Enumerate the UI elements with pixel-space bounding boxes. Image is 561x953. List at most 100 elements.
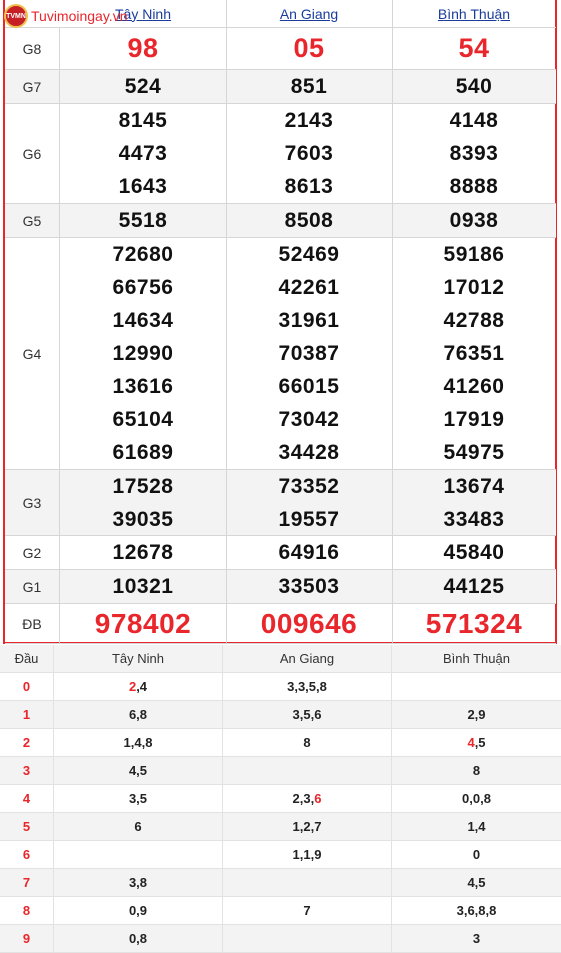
prize-label: G8	[5, 28, 60, 69]
tail-digits-cell: 1,2,7	[223, 813, 392, 840]
prize-number: 5518	[118, 209, 168, 232]
tail-digits: 3,8	[128, 875, 148, 890]
head-digit: 0	[0, 673, 54, 700]
tail-digits-cell: 4,5	[392, 869, 561, 896]
tail-digits: 7	[303, 903, 311, 918]
prize-label: G6	[5, 104, 60, 203]
tail-digits: 3,6,8,8	[456, 903, 497, 918]
prize-row: G4 72680 66756 14634 12990 13616 65104 61689 524…	[5, 238, 556, 470]
prize-number: 70387	[278, 342, 340, 365]
head-table-row: 8 0,9 7 3,6,8,8	[0, 897, 561, 925]
prize-row: G6 8145 4473 1643 2143 7603 8613 4148 8393 8888	[5, 104, 556, 204]
head-digit: 1	[0, 701, 54, 728]
tail-digits: 0,0,8	[462, 791, 491, 806]
head-digit: 3	[0, 757, 54, 784]
prize-row: G7 524 851 540	[5, 70, 556, 104]
province-cell[interactable]: An Giang	[226, 0, 393, 27]
head-digit: 7	[0, 869, 54, 896]
prize-number: 42788	[443, 309, 505, 332]
prize-label: G4	[5, 238, 60, 469]
prize-number: 45840	[443, 541, 505, 564]
prize-label: ĐB	[5, 604, 60, 643]
prize-cell: 4148 8393 8888	[392, 104, 556, 203]
head-digit: 4	[0, 785, 54, 812]
head-table-row: 1 6,8 3,5,6 2,9	[0, 701, 561, 729]
prize-row: G1 10321 33503 44125	[5, 570, 556, 604]
prize-number: 2143	[284, 109, 334, 132]
tail-digits-cell: 2,3, 6	[223, 785, 392, 812]
tail-digits: 4,5	[467, 875, 486, 890]
prize-number: 978402	[94, 608, 192, 639]
tail-digits: 1,2,7	[292, 819, 322, 834]
tail-digits-cell	[223, 925, 392, 952]
prize-number: 4148	[449, 109, 499, 132]
head-table-header: Đầu Tây Ninh An Giang Bình Thuận	[0, 645, 561, 673]
head-digit: 8	[0, 897, 54, 924]
brand-name: Tuvimoingay.vn	[31, 8, 128, 24]
prize-number: 73352	[278, 474, 340, 498]
prize-cell: 05	[226, 28, 393, 69]
prize-number: 524	[124, 75, 162, 98]
prize-number: 39035	[112, 507, 174, 531]
logo-icon: TVMN	[4, 4, 28, 28]
tail-digits: 1,4	[467, 819, 486, 834]
tail-digits: 8	[303, 735, 311, 750]
prize-number: 33483	[443, 507, 505, 531]
head-table-row: 6 1,1,9 0	[0, 841, 561, 869]
tail-digits-cell: 3,6,8,8	[392, 897, 561, 924]
prize-number: 0938	[449, 209, 499, 232]
prize-cell: 13674 33483	[392, 470, 556, 535]
prize-number: 009646	[260, 608, 358, 639]
province-cell[interactable]: Bình Thuận	[392, 0, 556, 27]
highlighted-digit: 4	[467, 735, 475, 750]
tail-digits-cell: 3	[392, 925, 561, 952]
tail-digits-cell: 7	[223, 897, 392, 924]
prize-number: 8508	[284, 209, 334, 232]
province-link-an-giang[interactable]: An Giang	[280, 6, 338, 22]
prize-number: 31961	[278, 309, 340, 332]
tail-digits: 0,9	[128, 903, 148, 918]
tail-digits-cell: 0	[392, 841, 561, 868]
prize-row: G5 5518 8508 0938	[5, 204, 556, 238]
prize-cell: 72680 66756 14634 12990 13616 65104 61689	[60, 238, 227, 469]
head-table-header-cell: Đầu	[0, 645, 54, 672]
head-digit: 6	[0, 841, 54, 868]
prize-number: 540	[455, 75, 493, 98]
prize-number: 8145	[118, 109, 168, 132]
prize-cell: 851	[226, 70, 393, 103]
prize-number: 34428	[278, 441, 340, 464]
tail-digits: 0,8	[128, 931, 148, 946]
prize-number: 42261	[278, 276, 340, 299]
prize-number: 14634	[112, 309, 174, 332]
prize-cell: 98	[60, 28, 227, 69]
tail-digits-cell: 4,5	[392, 729, 561, 756]
tail-digits: 1,1,9	[292, 847, 322, 862]
tail-digits: 8	[472, 763, 481, 778]
prize-label: G2	[5, 536, 60, 569]
prize-number: 54	[458, 33, 490, 63]
prize-number: 8393	[449, 142, 499, 165]
prize-number: 73042	[278, 408, 340, 431]
prize-cell: 8508	[226, 204, 393, 237]
prize-cell: 64916	[226, 536, 393, 569]
tail-digits-cell: 0,8	[54, 925, 223, 952]
tail-digits: ,4	[136, 679, 148, 694]
head-table-row: 4 3,5 2,3, 6 0,0,8	[0, 785, 561, 813]
prize-number: 66756	[112, 276, 174, 299]
prize-cell: 009646	[226, 604, 393, 643]
prize-number: 13616	[112, 375, 174, 398]
prize-number: 8613	[284, 175, 334, 198]
head-table-row: 5 6 1,2,7 1,4	[0, 813, 561, 841]
highlighted-digit: 6	[314, 791, 322, 806]
tail-digits-cell: 3,3,5,8	[223, 673, 392, 700]
site-logo[interactable]: TVMN Tuvimoingay.vn	[4, 2, 127, 30]
prize-number: 17919	[443, 408, 505, 431]
prize-label: G1	[5, 570, 60, 603]
province-link-binh-thuan[interactable]: Bình Thuận	[438, 6, 510, 22]
prize-cell: 8145 4473 1643	[60, 104, 227, 203]
head-table-header-cell: Bình Thuận	[443, 651, 510, 666]
tail-digits-cell	[392, 673, 561, 700]
tail-digits: 3,3,5,8	[287, 679, 327, 694]
prize-label: G7	[5, 70, 60, 103]
tail-digits: 4,5	[128, 763, 148, 778]
